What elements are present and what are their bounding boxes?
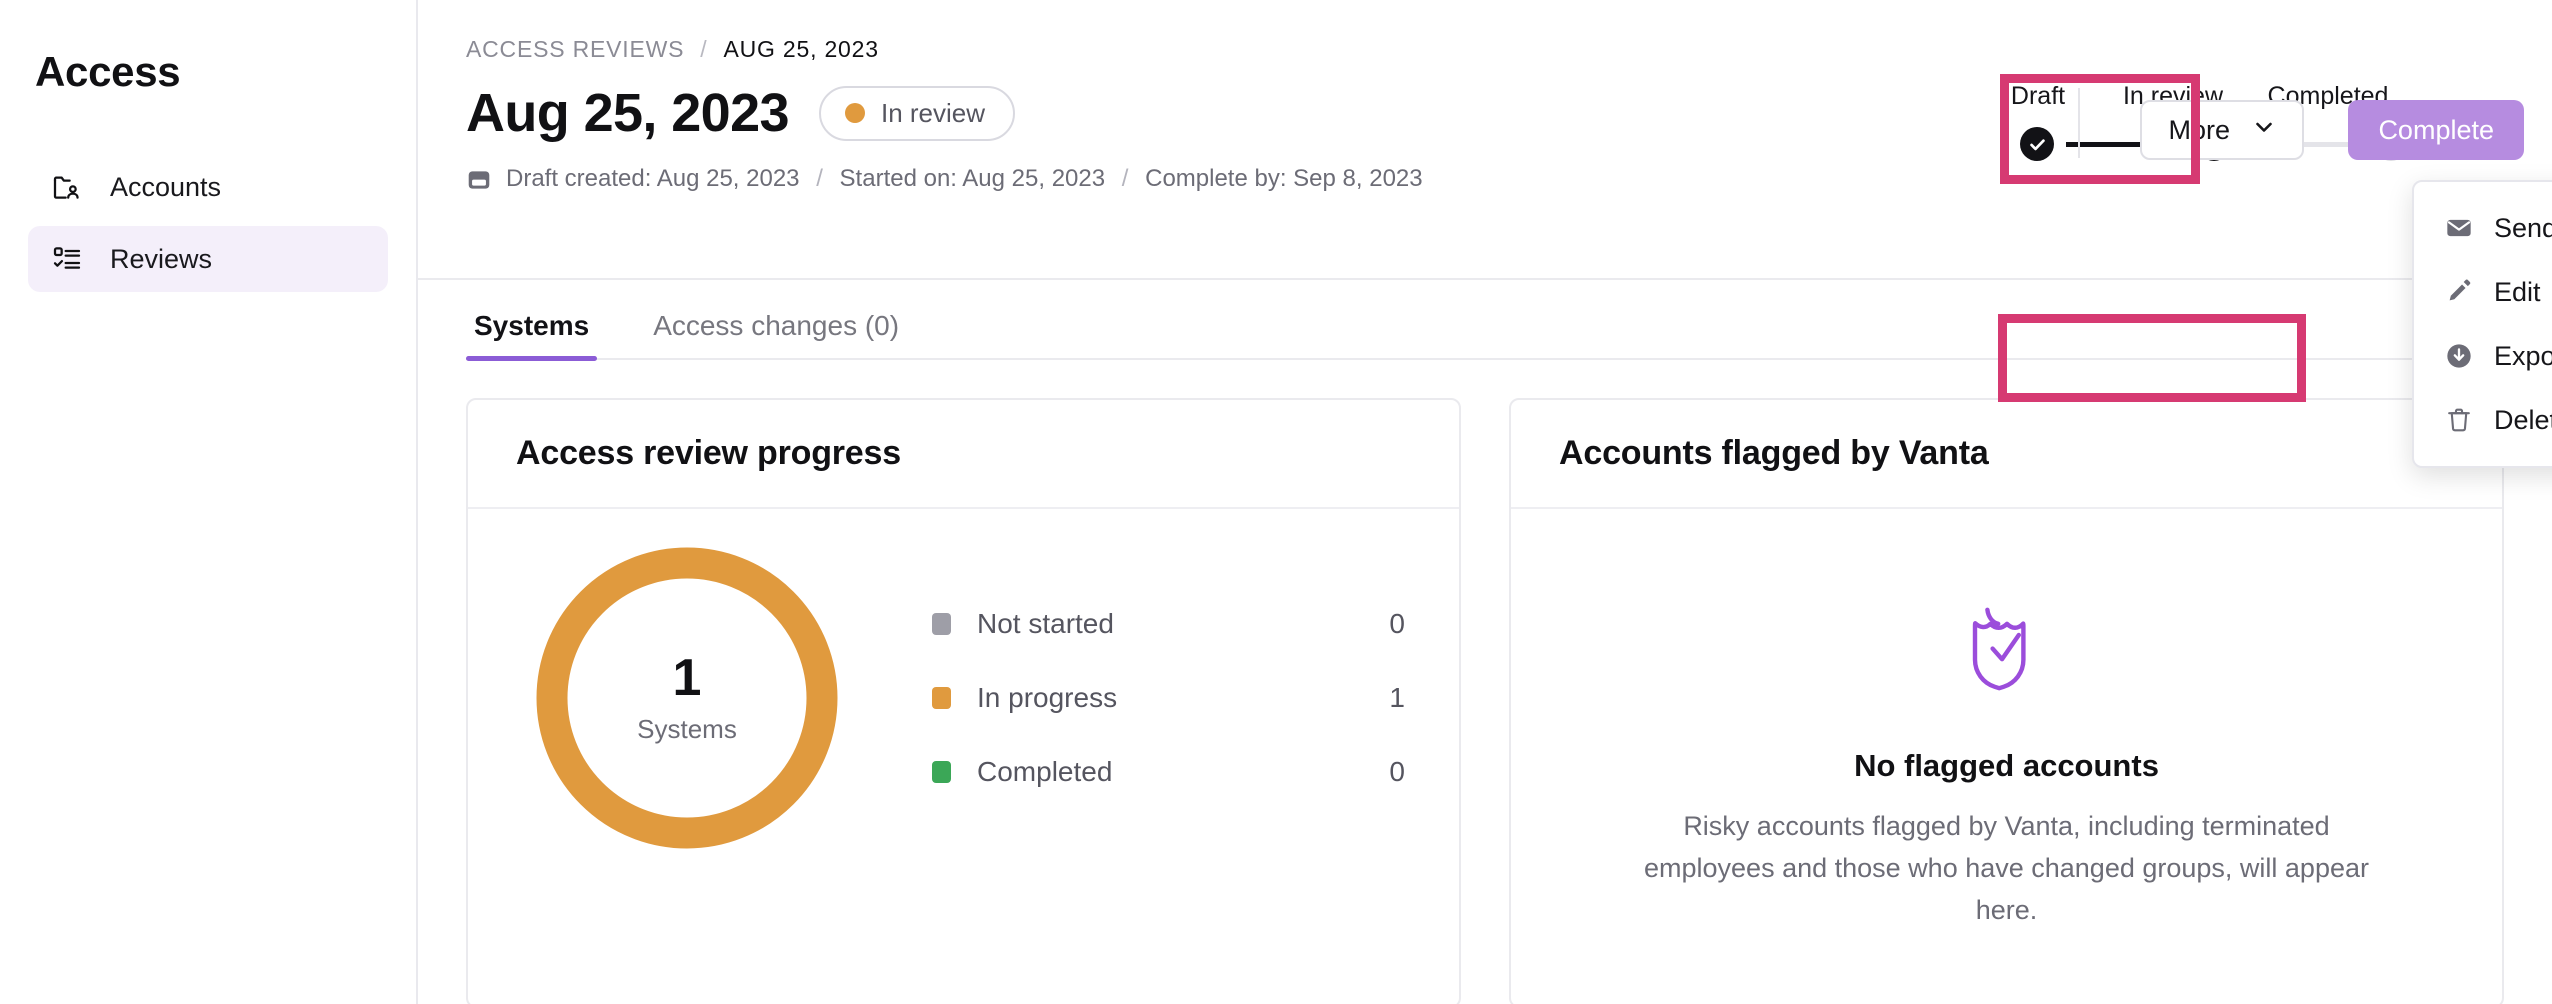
tab-bar: Systems Access changes (0) <box>466 280 2504 361</box>
card-header: Accounts flagged by Vanta <box>1511 400 2502 509</box>
more-button[interactable]: More <box>2140 100 2304 160</box>
sidebar-title: Access <box>35 48 181 95</box>
envelope-icon <box>2444 213 2474 243</box>
chevron-down-icon <box>2252 115 2276 146</box>
breadcrumb: ACCESS REVIEWS / AUG 25, 2023 <box>466 36 2504 63</box>
empty-state-description: Risky accounts flagged by Vanta, includi… <box>1644 811 2369 925</box>
status-badge: In review <box>818 85 1016 141</box>
review-metadata-text: Draft created: Aug 25, 2023 / Started on… <box>506 162 1423 196</box>
card-title: Access review progress <box>516 434 901 472</box>
empty-state-title: No flagged accounts <box>1854 748 2159 783</box>
menu-item-export[interactable]: Export <box>2414 324 2552 388</box>
meta-draft-created: Draft created: Aug 25, 2023 <box>506 164 800 192</box>
stepper-node-draft <box>2020 127 2054 161</box>
progress-card-body: 1 Systems Not started 0 In progress 1 Co… <box>468 509 1459 903</box>
legend-swatch-icon <box>932 687 951 709</box>
shield-check-icon <box>1959 595 2055 708</box>
menu-item-send-reminders[interactable]: Send reminders <box>2414 196 2552 260</box>
sidebar-item-reviews[interactable]: Reviews <box>28 226 388 292</box>
meta-started-on: Started on: Aug 25, 2023 <box>839 164 1106 192</box>
content-area: Systems Access changes (0) Access review… <box>418 280 2552 1004</box>
donut-value: 1 <box>672 648 702 707</box>
flagged-card-body: No flagged accounts Risky accounts flagg… <box>1511 509 2502 1004</box>
checklist-icon <box>50 242 84 276</box>
header-divider <box>2078 88 2080 158</box>
pencil-icon <box>2444 277 2474 307</box>
access-review-progress-card: Access review progress 1 Systems Not sta… <box>466 398 1461 1004</box>
donut-caption: Systems <box>637 713 737 744</box>
meta-separator-2: / <box>1121 164 1129 192</box>
menu-item-delete[interactable]: Delete <box>2414 388 2552 452</box>
page-header: ACCESS REVIEWS / AUG 25, 2023 Aug 25, 20… <box>418 0 2552 280</box>
meta-separator-1: / <box>816 164 823 192</box>
status-badge-label: In review <box>880 97 986 128</box>
sidebar: Access Accounts Reviews <box>0 0 418 1004</box>
stepper-label-draft: Draft <box>2010 82 2066 110</box>
legend-label: Not started <box>977 608 1114 639</box>
tab-label: Access changes (0) <box>653 310 900 341</box>
tab-systems[interactable]: Systems <box>466 310 598 361</box>
more-button-label: More <box>2168 114 2230 145</box>
page-title: Aug 25, 2023 <box>466 83 790 143</box>
main-content: ACCESS REVIEWS / AUG 25, 2023 Aug 25, 20… <box>418 0 2552 1004</box>
legend-value: 0 <box>1389 608 1405 639</box>
card-header: Access review progress <box>468 400 1459 509</box>
trash-icon <box>2444 405 2474 435</box>
menu-item-label: Edit <box>2494 276 2541 307</box>
complete-button-label: Complete <box>2378 114 2494 145</box>
accounts-flagged-card: Accounts flagged by Vanta No flagged acc… <box>1509 398 2504 1004</box>
access-review-page: Access Accounts Reviews ACCESS REVIEWS /… <box>0 0 2552 1004</box>
complete-button[interactable]: Complete <box>2348 100 2524 160</box>
legend-swatch-icon <box>932 613 951 635</box>
card-title: Accounts flagged by Vanta <box>1559 434 1989 472</box>
sidebar-item-label: Reviews <box>110 243 213 274</box>
sidebar-item-accounts[interactable]: Accounts <box>28 154 388 220</box>
legend-label: In progress <box>977 682 1118 713</box>
legend-value: 1 <box>1389 682 1405 713</box>
breadcrumb-separator: / <box>700 36 708 62</box>
legend-item-not-started: Not started 0 <box>932 587 1405 661</box>
sidebar-item-label: Accounts <box>110 171 222 202</box>
legend-value: 0 <box>1389 756 1405 787</box>
legend-swatch-icon <box>932 761 951 783</box>
breadcrumb-root-link[interactable]: ACCESS REVIEWS <box>466 36 684 63</box>
meta-complete-by: Complete by: Sep 8, 2023 <box>1145 164 1423 192</box>
legend-item-in-progress: In progress 1 <box>932 661 1405 735</box>
folder-user-icon <box>50 170 84 204</box>
progress-donut-chart: 1 Systems <box>522 533 852 863</box>
menu-item-label: Delete <box>2494 404 2552 435</box>
legend-item-completed: Completed 0 <box>932 735 1405 809</box>
cards-row: Access review progress 1 Systems Not sta… <box>466 360 2504 1004</box>
donut-center-label: 1 Systems <box>522 533 852 863</box>
calendar-icon <box>466 167 492 198</box>
legend-label: Completed <box>977 756 1113 787</box>
empty-state: No flagged accounts Risky accounts flagg… <box>1559 543 2454 972</box>
tab-label: Systems <box>474 310 590 341</box>
menu-item-edit[interactable]: Edit <box>2414 260 2552 324</box>
status-dot-icon <box>844 103 865 124</box>
tab-access-changes[interactable]: Access changes (0) <box>645 310 907 358</box>
more-dropdown-menu: Send reminders Edit Expo <box>2412 180 2552 468</box>
breadcrumb-current: AUG 25, 2023 <box>723 36 879 62</box>
progress-legend: Not started 0 In progress 1 Completed 0 <box>892 587 1419 809</box>
menu-item-label: Send reminders <box>2494 212 2552 243</box>
review-metadata: Draft created: Aug 25, 2023 / Started on… <box>466 162 1466 198</box>
download-circle-icon <box>2444 341 2474 371</box>
menu-item-label: Export <box>2494 340 2552 371</box>
